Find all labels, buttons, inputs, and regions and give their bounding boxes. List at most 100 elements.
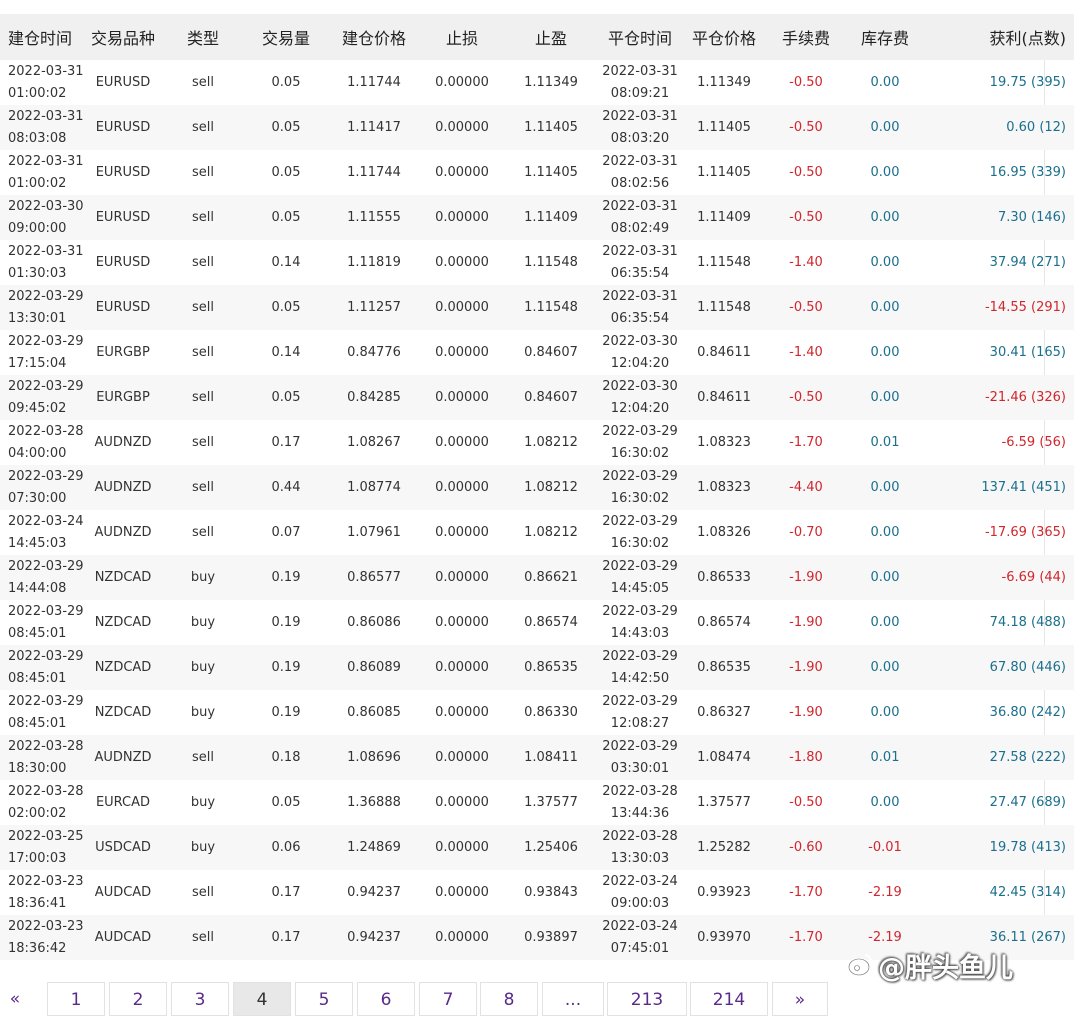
cell-close-price: 1.11349 <box>697 75 751 90</box>
pagination: « 1 2 3 4 5 6 7 8... 213 214» <box>0 982 1074 1018</box>
cell-close-price: 0.93970 <box>684 915 764 960</box>
column-header-stop-loss[interactable]: 止损 <box>418 14 506 60</box>
cell-volume: 0.05 <box>242 285 330 330</box>
cell-volume: 0.06 <box>242 825 330 870</box>
cell-fee: -0.50 <box>764 105 848 150</box>
pagination-page-7[interactable]: 7 <box>419 982 477 1016</box>
close-time-clock: 08:02:56 <box>610 175 670 191</box>
cell-swap: 0.00 <box>870 255 900 270</box>
cell-fee: -0.50 <box>789 795 823 810</box>
cell-symbol: AUDCAD <box>82 915 164 960</box>
cell-stop-loss: 0.00000 <box>418 825 506 870</box>
table-row: 2022-03-31 01:00:02 EURUSD sell 0.05 1.11744 0… <box>0 150 1074 195</box>
cell-close-price: 1.08474 <box>684 735 764 780</box>
open-time-clock: 13:30:01 <box>8 310 67 326</box>
column-header-fee[interactable]: 手续费 <box>764 14 848 60</box>
cell-type: sell <box>192 885 214 900</box>
column-header-type[interactable]: 类型 <box>164 14 242 60</box>
pagination-page-4[interactable]: 4 <box>233 982 291 1016</box>
open-time-clock: 02:00:02 <box>8 805 67 821</box>
pagination-page-1[interactable]: 1 <box>47 982 105 1016</box>
pagination-page-5[interactable]: 5 <box>295 982 353 1016</box>
cell-close-time: 2022-03-31 08:03:20 <box>596 105 684 150</box>
pagination-page-3[interactable]: 3 <box>171 982 229 1016</box>
close-time-date: 2022-03-31 <box>602 288 678 304</box>
cell-swap: 0.01 <box>848 735 922 780</box>
column-header-volume[interactable]: 交易量 <box>242 14 330 60</box>
column-header-open-price[interactable]: 建仓价格 <box>330 14 418 60</box>
open-time-clock: 01:00:02 <box>8 175 67 191</box>
close-time-date: 2022-03-28 <box>602 783 678 799</box>
profit-value: -6.59 <box>1001 435 1036 450</box>
cell-close-time: 2022-03-24 09:00:03 <box>596 870 684 915</box>
watermark-text: @胖头鱼儿 <box>878 952 1013 984</box>
column-header-take-profit[interactable]: 止盈 <box>506 14 596 60</box>
cell-take-profit: 0.86535 <box>506 645 596 690</box>
cell-profit: -6.69 (44) <box>922 555 1074 600</box>
cell-take-profit: 1.11409 <box>506 195 596 240</box>
table-row: 2022-03-31 01:00:02 EURUSD sell 0.05 1.11744 0… <box>0 60 1074 105</box>
open-time-clock: 14:45:03 <box>8 535 67 551</box>
cell-stop-loss: 0.00000 <box>435 165 489 180</box>
table-row: 2022-03-28 04:00:00 AUDNZD sell 0.17 1.08267 0… <box>0 420 1074 465</box>
cell-type: sell <box>192 165 214 180</box>
cell-profit: 36.80 (242) <box>922 690 1074 735</box>
cell-swap: 0.00 <box>848 285 922 330</box>
pagination-page-214[interactable]: 214 <box>690 982 768 1016</box>
profit-points: (451) <box>1031 480 1066 495</box>
cell-profit: 16.95 (339) <box>922 150 1074 195</box>
cell-take-profit: 0.93897 <box>506 915 596 960</box>
cell-symbol: NZDCAD <box>94 705 152 720</box>
table-header-row: 建仓时间 交易品种 类型 交易量 建仓价格 止损 止盈 平仓时间 平仓价格 手续… <box>0 14 1074 60</box>
column-header-open-time[interactable]: 建仓时间 <box>0 14 82 60</box>
cell-stop-loss: 0.00000 <box>435 615 489 630</box>
open-time-date: 2022-03-31 <box>8 63 84 79</box>
open-time-clock: 01:30:03 <box>8 265 67 281</box>
cell-type: sell <box>192 435 214 450</box>
cell-profit: 42.45 (314) <box>922 870 1074 915</box>
column-header-swap[interactable]: 库存费 <box>848 14 922 60</box>
profit-points: (326) <box>1031 390 1066 405</box>
profit-points: (689) <box>1031 795 1066 810</box>
cell-swap: 0.00 <box>848 645 922 690</box>
pagination-page-6[interactable]: 6 <box>357 982 415 1016</box>
cell-open-time: 2022-03-23 18:36:42 <box>0 915 84 960</box>
cell-open-time: 2022-03-25 17:00:03 <box>0 825 84 870</box>
cell-close-price: 0.84611 <box>684 375 764 420</box>
cell-take-profit: 1.11548 <box>524 255 578 270</box>
profit-value: 36.80 <box>989 705 1027 720</box>
profit-points: (271) <box>1031 255 1066 270</box>
cell-symbol: NZDCAD <box>82 555 164 600</box>
profit-points: (413) <box>1031 840 1066 855</box>
close-time-date: 2022-03-29 <box>602 738 678 754</box>
cell-profit: 0.60 (12) <box>922 105 1074 150</box>
cell-profit: 19.75 (395) <box>922 60 1074 105</box>
pagination-next-button[interactable]: » <box>772 982 828 1016</box>
cell-swap: 0.00 <box>870 75 900 90</box>
cell-close-price: 0.86574 <box>697 615 751 630</box>
column-header-profit[interactable]: 获利(点数) <box>922 14 1074 60</box>
pagination-prev-button[interactable]: « <box>0 982 30 1016</box>
pagination-page-2[interactable]: 2 <box>109 982 167 1016</box>
open-time-date: 2022-03-31 <box>8 153 84 169</box>
close-time-clock: 12:08:27 <box>610 715 670 731</box>
cell-symbol: EURUSD <box>95 165 151 180</box>
cell-close-price: 0.84611 <box>697 345 751 360</box>
close-time-date: 2022-03-31 <box>602 153 678 169</box>
cell-take-profit: 1.08212 <box>524 435 578 450</box>
pagination-page-213[interactable]: 213 <box>607 982 687 1016</box>
cell-close-price: 1.11409 <box>684 195 764 240</box>
cell-close-price: 0.86533 <box>684 555 764 600</box>
cell-volume: 0.17 <box>271 885 301 900</box>
table-row: 2022-03-24 14:45:03 AUDNZD sell 0.07 1.07961 0… <box>0 510 1074 555</box>
profit-points: (395) <box>1031 75 1066 90</box>
cell-swap: 0.00 <box>870 615 900 630</box>
cell-take-profit: 1.37577 <box>524 795 578 810</box>
cell-close-time: 2022-03-28 13:30:03 <box>596 825 684 870</box>
close-time-clock: 07:45:01 <box>610 940 670 956</box>
column-header-close-time[interactable]: 平仓时间 <box>596 14 684 60</box>
column-header-symbol[interactable]: 交易品种 <box>82 14 164 60</box>
column-header-close-price[interactable]: 平仓价格 <box>684 14 764 60</box>
cell-swap: 0.00 <box>848 195 922 240</box>
pagination-page-8[interactable]: 8 <box>480 982 538 1016</box>
